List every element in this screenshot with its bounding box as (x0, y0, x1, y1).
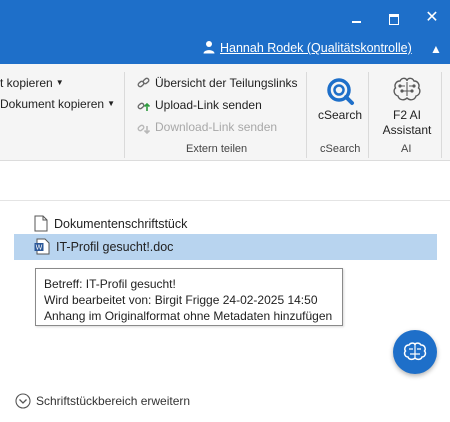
ai-brain-icon (393, 77, 421, 101)
share-links-overview-button[interactable]: Übersicht der Teilungslinks (137, 76, 298, 90)
ai-brain-icon (403, 342, 427, 361)
ai-assistant-fab[interactable] (393, 330, 437, 374)
list-item[interactable]: Dokumentenschriftstück (34, 213, 187, 235)
document-icon (34, 215, 48, 232)
copy-document-label: Dokument kopieren (0, 97, 105, 111)
chevron-down-icon: ▼ (107, 99, 115, 108)
group-label-ai: AI (401, 143, 412, 155)
user-name: Hannah Rodek (Qualitätskontrolle) (220, 41, 412, 55)
send-download-link-button[interactable]: Download-Link senden (137, 120, 277, 134)
csearch-icon (327, 78, 354, 105)
group-label-csearch: cSearch (320, 143, 361, 155)
download-link-icon (137, 124, 151, 134)
send-download-link-label: Download-Link senden (155, 120, 278, 134)
ribbon-separator (441, 72, 442, 158)
title-bar: ✕ Hannah Rodek (Qualitätskontrolle) ▲ (0, 0, 450, 64)
tooltip-hint: Anhang im Originalformat ohne Metadaten … (44, 309, 333, 323)
tooltip-subject: Betreff: IT-Profil gesucht! (44, 277, 176, 291)
user-account-link[interactable]: Hannah Rodek (Qualitätskontrolle) (202, 40, 412, 55)
document-name: IT-Profil gesucht!.doc (56, 240, 174, 254)
upload-link-icon (137, 102, 151, 111)
word-doc-icon: W (34, 238, 50, 255)
send-upload-link-button[interactable]: Upload-Link senden (137, 98, 262, 112)
chevron-down-circle-icon (15, 393, 31, 409)
svg-text:W: W (36, 244, 43, 252)
maximize-button[interactable] (384, 8, 404, 28)
tooltip-editor: Wird bearbeitet von: Birgit Frigge 24-02… (44, 293, 318, 307)
expand-document-area-button[interactable]: Schriftstückbereich erweitern (15, 393, 190, 409)
csearch-button[interactable]: cSearch (316, 76, 364, 122)
ribbon-separator (368, 72, 369, 158)
document-name: Dokumentenschriftstück (54, 217, 188, 231)
f2-ai-label-line1: F2 AI (392, 108, 421, 122)
content-divider (0, 200, 450, 201)
close-button[interactable]: ✕ (422, 8, 442, 28)
minimize-button[interactable] (346, 8, 366, 28)
collapse-ribbon-button[interactable]: ▲ (430, 42, 442, 56)
list-item-selected[interactable]: W IT-Profil gesucht!.doc (34, 236, 173, 258)
ribbon-separator (306, 72, 307, 158)
share-links-overview-label: Übersicht der Teilungslinks (155, 76, 298, 90)
ribbon-separator (124, 72, 125, 158)
chevron-down-icon: ▼ (55, 78, 64, 87)
maximize-icon (389, 13, 399, 25)
expand-label: Schriftstückbereich erweitern (36, 394, 191, 408)
link-overview-icon (137, 77, 150, 88)
user-icon (203, 41, 215, 54)
f2-ai-assistant-button[interactable]: F2 AI Assistant (378, 76, 436, 138)
group-label-extern-teilen: Extern teilen (186, 143, 248, 155)
csearch-label: cSearch (317, 108, 363, 122)
document-tooltip: Betreff: IT-Profil gesucht! Wird bearbei… (35, 268, 343, 326)
send-upload-link-label: Upload-Link senden (155, 98, 262, 112)
copy-document-button[interactable]: Dokument kopieren ▼ (0, 97, 115, 111)
copy-label: t kopieren (0, 76, 53, 90)
f2-ai-label-line2: Assistant (382, 123, 432, 137)
minimize-icon (351, 21, 361, 24)
copy-split-button[interactable]: t kopieren ▼ (0, 76, 64, 90)
